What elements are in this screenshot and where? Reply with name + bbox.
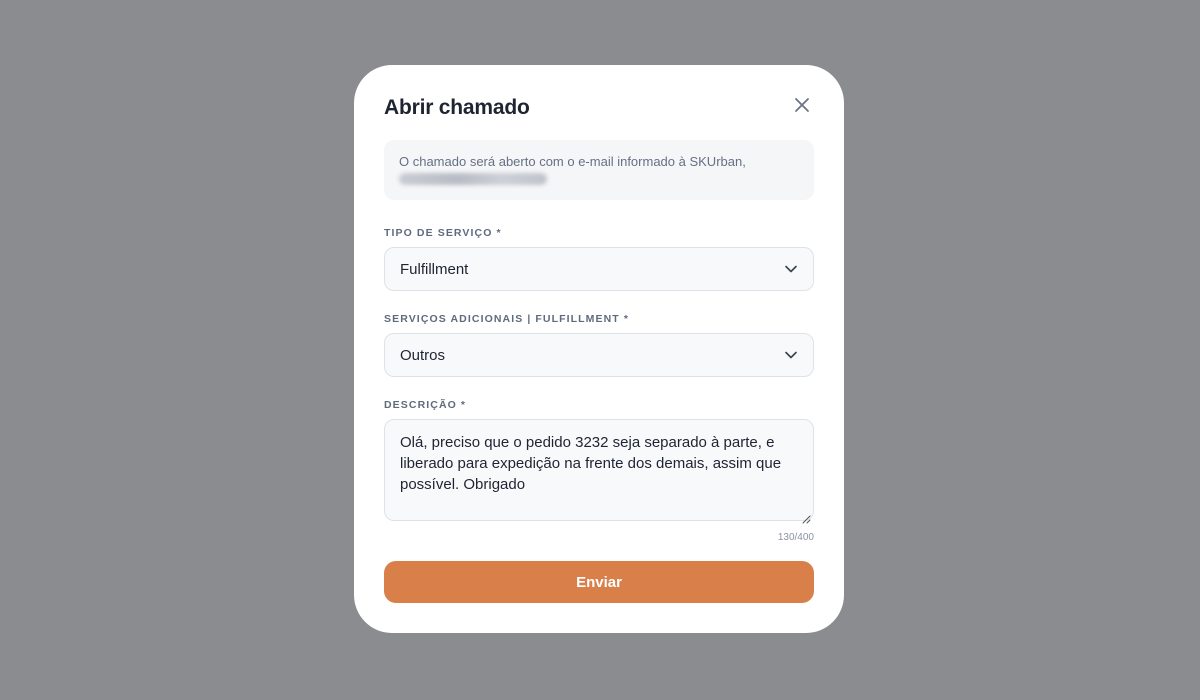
- close-icon: [794, 97, 810, 118]
- servicos-adicionais-label: SERVIÇOS ADICIONAIS | FULFILLMENT *: [384, 313, 630, 325]
- modal-title: Abrir chamado: [384, 96, 530, 119]
- descricao-value: Olá, preciso que o pedido 3232 seja sepa…: [400, 434, 782, 493]
- servicos-adicionais-value: Outros: [400, 346, 446, 364]
- email-redacted: [399, 173, 547, 185]
- close-button[interactable]: [791, 96, 813, 118]
- tipo-servico-value: Fulfillment: [400, 260, 469, 278]
- submit-button[interactable]: Enviar: [384, 561, 814, 603]
- info-box: O chamado será aberto com o e-mail infor…: [384, 140, 814, 200]
- descricao-label: DESCRIÇÃO *: [384, 399, 467, 411]
- submit-label: Enviar: [576, 573, 622, 591]
- chevron-down-icon: [784, 348, 798, 362]
- tipo-servico-select[interactable]: Fulfillment: [384, 247, 814, 291]
- info-text: O chamado será aberto com o e-mail infor…: [399, 154, 746, 169]
- descricao-textarea[interactable]: Olá, preciso que o pedido 3232 seja sepa…: [384, 419, 814, 524]
- chevron-down-icon: [784, 262, 798, 276]
- tipo-servico-label: TIPO DE SERVIÇO *: [384, 227, 502, 239]
- character-counter: 130/400: [777, 532, 814, 543]
- servicos-adicionais-select[interactable]: Outros: [384, 333, 814, 377]
- resize-handle-icon[interactable]: [802, 509, 811, 524]
